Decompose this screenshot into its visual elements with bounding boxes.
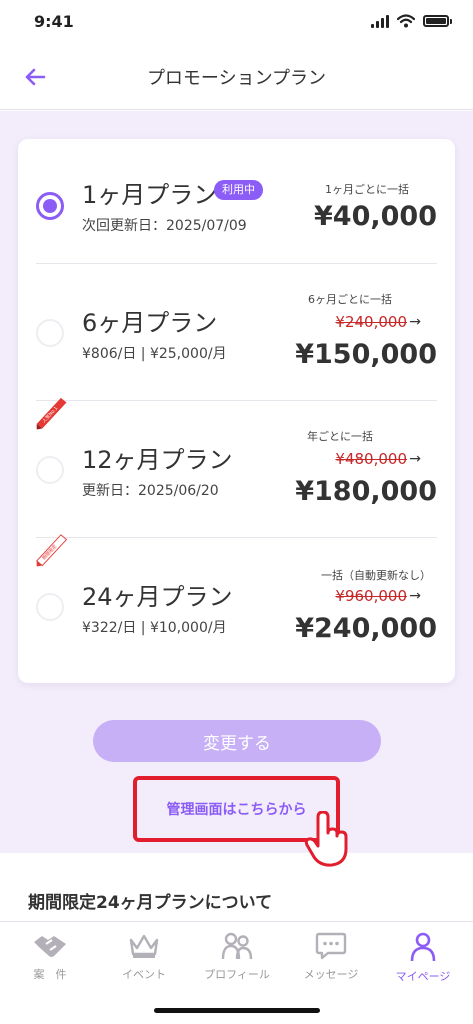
- plan-item-24-month[interactable]: 24ヶ月プラン ¥322/日 | ¥10,000/月 一括（自動更新なし） ¥9…: [18, 534, 455, 673]
- tab-cases[interactable]: 案 件: [3, 932, 97, 988]
- plan-original-price: ¥240,000: [335, 313, 407, 331]
- plan-price: ¥150,000: [295, 339, 437, 370]
- plan-radio-6-month[interactable]: [36, 319, 64, 347]
- page-title: プロモーションプラン: [146, 68, 327, 89]
- plan-price: ¥180,000: [295, 476, 437, 507]
- plan-billing-cycle: 一括（自動更新なし）: [321, 569, 431, 582]
- tab-label: イベント: [122, 968, 166, 981]
- header: プロモーションプラン: [0, 44, 473, 110]
- plan-item-1-month[interactable]: 1ヶ月プラン 利用中 次回更新日：2025/07/09 1ヶ月ごとに一括 ¥40…: [18, 139, 455, 275]
- tab-events[interactable]: イベント: [97, 932, 191, 988]
- plan-original-price: ¥960,000: [335, 587, 407, 605]
- plan-item-12-month[interactable]: 12ヶ月プラン 更新日：2025/06/20 年ごとに一括 ¥480,000 →…: [18, 397, 455, 536]
- plan-daily-monthly-rate: ¥322/日 | ¥10,000/月: [82, 620, 227, 636]
- plan-billing-cycle: 6ヶ月ごとに一括: [308, 293, 392, 306]
- plan-name: 24ヶ月プラン: [82, 583, 233, 611]
- change-plan-button[interactable]: 変更する: [93, 720, 381, 762]
- battery-icon: [423, 15, 452, 27]
- plan-renewal-date: 次回更新日：2025/07/09: [82, 218, 247, 234]
- plan-renewal-date: 更新日：2025/06/20: [82, 483, 219, 499]
- tab-label: 案 件: [33, 968, 67, 981]
- message-icon: [315, 932, 347, 960]
- admin-link[interactable]: 管理画面はこちらから: [167, 799, 307, 819]
- popular-ribbon-label: 人気No.1: [41, 405, 60, 424]
- plan-billing-cycle: 年ごとに一括: [307, 430, 373, 443]
- plan-item-6-month[interactable]: 6ヶ月プラン ¥806/日 | ¥25,000/月 6ヶ月ごとに一括 ¥240,…: [18, 263, 455, 399]
- status-bar: 9:41: [0, 0, 473, 44]
- in-use-badge: 利用中: [214, 180, 263, 200]
- wifi-icon: [397, 14, 415, 28]
- crown-icon: [129, 934, 159, 958]
- status-time: 9:41: [34, 12, 74, 31]
- popular-ribbon: 人気No.1: [36, 397, 67, 430]
- limited-ribbon-label: 期間限定: [41, 543, 59, 562]
- people-icon: [221, 932, 253, 960]
- person-icon: [410, 932, 436, 962]
- tab-messages[interactable]: メッセージ: [284, 932, 378, 988]
- price-arrow: →: [409, 451, 421, 467]
- plan-daily-monthly-rate: ¥806/日 | ¥25,000/月: [82, 346, 227, 362]
- plan-name: 12ヶ月プラン: [82, 446, 233, 474]
- plan-billing-cycle: 1ヶ月ごとに一括: [325, 183, 409, 196]
- price-arrow: →: [409, 588, 421, 604]
- plan-price: ¥240,000: [295, 613, 437, 644]
- tab-mypage[interactable]: マイページ: [376, 932, 470, 988]
- handshake-icon: [34, 936, 66, 957]
- tab-label: メッセージ: [303, 968, 359, 981]
- limited-ribbon: 期間限定: [36, 534, 68, 567]
- plan-price: ¥40,000: [314, 201, 437, 232]
- tab-label: プロフィール: [204, 968, 270, 981]
- tab-label: マイページ: [395, 970, 451, 983]
- plan-radio-1-month[interactable]: [36, 192, 64, 220]
- price-arrow: →: [409, 314, 421, 330]
- signal-icon: [371, 14, 389, 28]
- plan-name: 6ヶ月プラン: [82, 309, 218, 337]
- plan-name: 1ヶ月プラン: [82, 181, 218, 209]
- pointing-hand-icon: [304, 811, 348, 867]
- main-content: 1ヶ月プラン 利用中 次回更新日：2025/07/09 1ヶ月ごとに一括 ¥40…: [0, 111, 473, 867]
- plan-radio-12-month[interactable]: [36, 456, 64, 484]
- status-icons: [371, 14, 452, 28]
- section-title: 期間限定24ヶ月プランについて: [28, 893, 273, 913]
- plan-radio-24-month[interactable]: [36, 593, 64, 621]
- plan-original-price: ¥480,000: [335, 450, 407, 468]
- plan-list-card: 1ヶ月プラン 利用中 次回更新日：2025/07/09 1ヶ月ごとに一括 ¥40…: [18, 139, 455, 683]
- tab-profile[interactable]: プロフィール: [190, 932, 284, 988]
- home-indicator: [154, 1008, 320, 1013]
